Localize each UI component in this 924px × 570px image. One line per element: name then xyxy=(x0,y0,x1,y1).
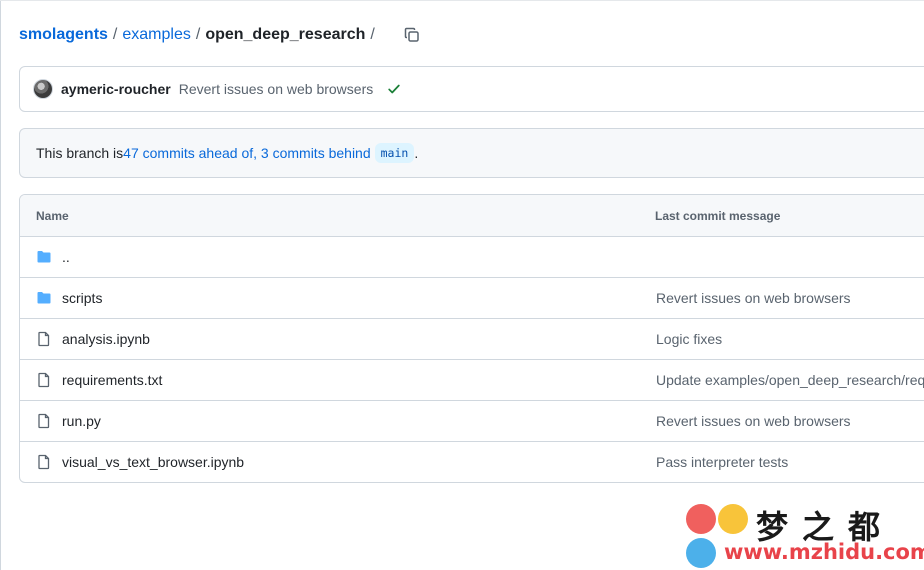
watermark-yellow-face-icon xyxy=(718,504,748,534)
file-name-link[interactable]: run.py xyxy=(62,413,101,429)
latest-commit-bar: aymeric-roucher Revert issues on web bro… xyxy=(19,66,924,112)
folder-icon xyxy=(37,292,51,304)
file-table-row[interactable]: analysis.ipynb Logic fixes xyxy=(20,318,924,359)
breadcrumb-folder-link[interactable]: examples xyxy=(122,26,190,44)
page-left-border xyxy=(0,0,1,570)
branch-comparison-banner: This branch is 47 commits ahead of, 3 co… xyxy=(19,128,924,178)
file-icon-cell xyxy=(36,454,52,470)
folder-icon xyxy=(37,251,51,263)
file-table-row[interactable]: visual_vs_text_browser.ipynb Pass interpr… xyxy=(20,441,924,482)
folder-name-link[interactable]: scripts xyxy=(62,290,102,306)
copy-path-button[interactable] xyxy=(402,25,422,45)
folder-icon-cell xyxy=(36,290,52,306)
row-commit-message-link[interactable]: Revert issues on web browsers xyxy=(656,413,851,429)
file-icon-cell xyxy=(36,331,52,347)
row-commit-message-link[interactable]: Pass interpreter tests xyxy=(656,454,788,470)
breadcrumb-separator: / xyxy=(195,26,201,43)
file-name-link[interactable]: requirements.txt xyxy=(62,372,162,388)
column-header-name: Name xyxy=(36,208,69,223)
column-header-last-commit: Last commit message xyxy=(655,208,781,223)
file-table-header: Name Last commit message xyxy=(20,195,924,237)
file-name-link[interactable]: visual_vs_text_browser.ipynb xyxy=(62,454,244,470)
file-table-row[interactable]: scripts Revert issues on web browsers xyxy=(20,277,924,318)
watermark-blue-face-icon xyxy=(686,538,716,568)
commits-behind-link[interactable]: 3 commits behind xyxy=(261,145,371,161)
check-icon xyxy=(388,84,400,94)
folder-icon-cell xyxy=(36,249,52,265)
watermark-url: www.mzhidu.com xyxy=(724,540,924,564)
breadcrumb-separator: / xyxy=(112,26,118,43)
watermark-red-face-icon xyxy=(686,504,716,534)
file-table-row[interactable]: .. xyxy=(20,237,924,277)
file-icon xyxy=(38,413,50,429)
copy-icon xyxy=(404,27,419,42)
breadcrumb-trailing-separator: / xyxy=(370,26,375,43)
file-table-body: .. scripts Revert issues on web browsers an… xyxy=(20,237,924,482)
author-avatar[interactable] xyxy=(33,79,53,99)
file-table-row[interactable]: requirements.txt Update examples/open_dee… xyxy=(20,359,924,400)
row-commit-message-link[interactable]: Logic fixes xyxy=(656,331,722,347)
base-branch-label[interactable]: main xyxy=(374,143,415,163)
page-top-border xyxy=(0,0,924,1)
file-icon-cell xyxy=(36,413,52,429)
folder-name-link[interactable]: .. xyxy=(62,249,70,265)
site-watermark: 梦之都 www.mzhidu.com xyxy=(684,500,924,570)
breadcrumb-repo-link[interactable]: smolagents xyxy=(19,26,108,44)
file-icon-cell xyxy=(36,372,52,388)
commit-author-link[interactable]: aymeric-roucher xyxy=(61,81,171,97)
file-icon xyxy=(38,331,50,347)
row-commit-message-link[interactable]: Revert issues on web browsers xyxy=(656,290,851,306)
repo-directory-page: smolagents / examples / open_deep_resear… xyxy=(0,0,924,570)
file-icon xyxy=(38,454,50,470)
file-name-link[interactable]: analysis.ipynb xyxy=(62,331,150,347)
row-commit-message-link[interactable]: Update examples/open_deep_research/requi… xyxy=(656,372,924,388)
branch-status-prefix: This branch is xyxy=(36,145,124,161)
commits-ahead-link[interactable]: 47 commits ahead of, xyxy=(123,145,257,161)
commit-status-check[interactable] xyxy=(387,82,401,96)
breadcrumb: smolagents / examples / open_deep_resear… xyxy=(19,23,422,47)
file-icon xyxy=(38,372,50,388)
file-table: Name Last commit message .. scripts Revert… xyxy=(19,194,924,483)
breadcrumb-current-folder: open_deep_research xyxy=(205,26,366,43)
file-table-row[interactable]: run.py Revert issues on web browsers xyxy=(20,400,924,441)
branch-status-suffix: . xyxy=(414,145,419,161)
commit-message-link[interactable]: Revert issues on web browsers xyxy=(179,81,374,97)
